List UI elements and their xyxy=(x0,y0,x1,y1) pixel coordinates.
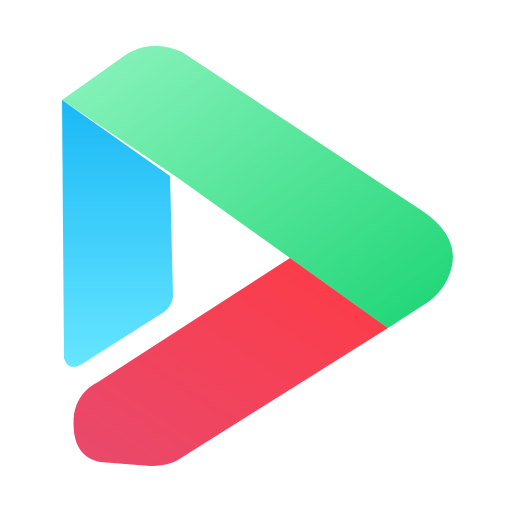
play-logo-icon xyxy=(62,45,453,466)
app-icon-canvas xyxy=(0,0,512,512)
